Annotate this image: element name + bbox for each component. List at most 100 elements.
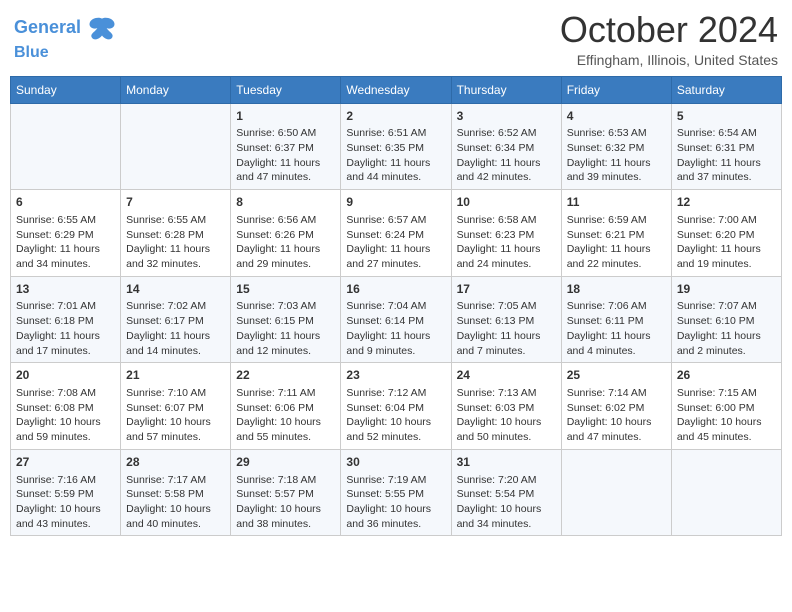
title-block: October 2024 Effingham, Illinois, United… bbox=[560, 10, 778, 68]
day-number: 15 bbox=[236, 281, 335, 298]
day-info: Daylight: 10 hours and 50 minutes. bbox=[457, 415, 556, 444]
day-info: Daylight: 10 hours and 47 minutes. bbox=[567, 415, 666, 444]
day-info: Daylight: 11 hours and 9 minutes. bbox=[346, 329, 445, 358]
day-cell bbox=[561, 449, 671, 536]
calendar-table: SundayMondayTuesdayWednesdayThursdayFrid… bbox=[10, 76, 782, 537]
day-info: Sunrise: 6:55 AM bbox=[16, 213, 115, 228]
day-cell: 16Sunrise: 7:04 AMSunset: 6:14 PMDayligh… bbox=[341, 276, 451, 363]
day-cell bbox=[11, 103, 121, 190]
week-row-0: 1Sunrise: 6:50 AMSunset: 6:37 PMDaylight… bbox=[11, 103, 782, 190]
day-info: Sunrise: 7:20 AM bbox=[457, 473, 556, 488]
day-cell: 4Sunrise: 6:53 AMSunset: 6:32 PMDaylight… bbox=[561, 103, 671, 190]
day-info: Sunrise: 6:55 AM bbox=[126, 213, 225, 228]
day-info: Sunset: 6:23 PM bbox=[457, 228, 556, 243]
day-number: 10 bbox=[457, 194, 556, 211]
day-info: Sunrise: 6:58 AM bbox=[457, 213, 556, 228]
day-number: 14 bbox=[126, 281, 225, 298]
day-number: 27 bbox=[16, 454, 115, 471]
logo-line1: General bbox=[14, 17, 81, 37]
day-info: Sunset: 6:04 PM bbox=[346, 401, 445, 416]
day-info: Daylight: 11 hours and 12 minutes. bbox=[236, 329, 335, 358]
day-info: Daylight: 11 hours and 4 minutes. bbox=[567, 329, 666, 358]
day-info: Sunrise: 7:17 AM bbox=[126, 473, 225, 488]
day-info: Daylight: 10 hours and 52 minutes. bbox=[346, 415, 445, 444]
day-cell: 5Sunrise: 6:54 AMSunset: 6:31 PMDaylight… bbox=[671, 103, 781, 190]
day-info: Sunrise: 7:08 AM bbox=[16, 386, 115, 401]
day-info: Daylight: 11 hours and 29 minutes. bbox=[236, 242, 335, 271]
day-number: 4 bbox=[567, 108, 666, 125]
day-info: Daylight: 10 hours and 34 minutes. bbox=[457, 502, 556, 531]
day-info: Sunset: 6:21 PM bbox=[567, 228, 666, 243]
day-info: Daylight: 11 hours and 42 minutes. bbox=[457, 156, 556, 185]
location: Effingham, Illinois, United States bbox=[560, 52, 778, 68]
day-info: Daylight: 10 hours and 40 minutes. bbox=[126, 502, 225, 531]
day-info: Sunset: 6:28 PM bbox=[126, 228, 225, 243]
day-number: 28 bbox=[126, 454, 225, 471]
day-info: Daylight: 11 hours and 22 minutes. bbox=[567, 242, 666, 271]
logo: General Blue bbox=[14, 14, 116, 62]
day-info: Sunset: 6:10 PM bbox=[677, 314, 776, 329]
day-info: Sunrise: 7:18 AM bbox=[236, 473, 335, 488]
day-info: Sunset: 6:20 PM bbox=[677, 228, 776, 243]
day-info: Sunrise: 6:51 AM bbox=[346, 126, 445, 141]
day-info: Sunrise: 7:15 AM bbox=[677, 386, 776, 401]
day-info: Sunset: 6:06 PM bbox=[236, 401, 335, 416]
day-number: 24 bbox=[457, 367, 556, 384]
day-info: Sunrise: 7:11 AM bbox=[236, 386, 335, 401]
day-cell: 25Sunrise: 7:14 AMSunset: 6:02 PMDayligh… bbox=[561, 363, 671, 450]
day-info: Sunset: 6:14 PM bbox=[346, 314, 445, 329]
day-info: Daylight: 11 hours and 17 minutes. bbox=[16, 329, 115, 358]
day-number: 16 bbox=[346, 281, 445, 298]
day-info: Sunrise: 6:57 AM bbox=[346, 213, 445, 228]
day-number: 1 bbox=[236, 108, 335, 125]
day-cell: 1Sunrise: 6:50 AMSunset: 6:37 PMDaylight… bbox=[231, 103, 341, 190]
day-number: 17 bbox=[457, 281, 556, 298]
day-cell: 18Sunrise: 7:06 AMSunset: 6:11 PMDayligh… bbox=[561, 276, 671, 363]
day-number: 26 bbox=[677, 367, 776, 384]
header-wednesday: Wednesday bbox=[341, 76, 451, 103]
day-info: Sunset: 6:02 PM bbox=[567, 401, 666, 416]
day-info: Sunset: 6:26 PM bbox=[236, 228, 335, 243]
day-info: Sunset: 6:24 PM bbox=[346, 228, 445, 243]
day-info: Sunrise: 7:00 AM bbox=[677, 213, 776, 228]
day-cell: 8Sunrise: 6:56 AMSunset: 6:26 PMDaylight… bbox=[231, 190, 341, 277]
day-cell: 27Sunrise: 7:16 AMSunset: 5:59 PMDayligh… bbox=[11, 449, 121, 536]
day-cell: 14Sunrise: 7:02 AMSunset: 6:17 PMDayligh… bbox=[121, 276, 231, 363]
day-number: 25 bbox=[567, 367, 666, 384]
day-info: Sunrise: 7:04 AM bbox=[346, 299, 445, 314]
header-tuesday: Tuesday bbox=[231, 76, 341, 103]
day-number: 20 bbox=[16, 367, 115, 384]
day-info: Sunrise: 7:02 AM bbox=[126, 299, 225, 314]
day-number: 22 bbox=[236, 367, 335, 384]
day-info: Sunset: 6:34 PM bbox=[457, 141, 556, 156]
day-info: Daylight: 10 hours and 36 minutes. bbox=[346, 502, 445, 531]
week-row-4: 27Sunrise: 7:16 AMSunset: 5:59 PMDayligh… bbox=[11, 449, 782, 536]
week-row-3: 20Sunrise: 7:08 AMSunset: 6:08 PMDayligh… bbox=[11, 363, 782, 450]
day-info: Sunset: 6:17 PM bbox=[126, 314, 225, 329]
day-info: Sunset: 6:07 PM bbox=[126, 401, 225, 416]
day-info: Daylight: 11 hours and 7 minutes. bbox=[457, 329, 556, 358]
day-info: Daylight: 10 hours and 57 minutes. bbox=[126, 415, 225, 444]
day-info: Sunrise: 7:03 AM bbox=[236, 299, 335, 314]
day-cell: 28Sunrise: 7:17 AMSunset: 5:58 PMDayligh… bbox=[121, 449, 231, 536]
day-info: Sunrise: 7:16 AM bbox=[16, 473, 115, 488]
day-number: 21 bbox=[126, 367, 225, 384]
day-cell: 19Sunrise: 7:07 AMSunset: 6:10 PMDayligh… bbox=[671, 276, 781, 363]
day-info: Sunset: 6:31 PM bbox=[677, 141, 776, 156]
day-info: Sunrise: 7:07 AM bbox=[677, 299, 776, 314]
day-number: 29 bbox=[236, 454, 335, 471]
logo-bird-icon bbox=[88, 14, 116, 42]
page-header: General Blue October 2024 Effingham, Ill… bbox=[10, 10, 782, 68]
day-number: 9 bbox=[346, 194, 445, 211]
day-info: Sunrise: 6:56 AM bbox=[236, 213, 335, 228]
header-thursday: Thursday bbox=[451, 76, 561, 103]
day-number: 7 bbox=[126, 194, 225, 211]
day-info: Sunset: 6:32 PM bbox=[567, 141, 666, 156]
day-info: Sunset: 6:18 PM bbox=[16, 314, 115, 329]
day-number: 2 bbox=[346, 108, 445, 125]
day-info: Daylight: 11 hours and 2 minutes. bbox=[677, 329, 776, 358]
day-cell: 15Sunrise: 7:03 AMSunset: 6:15 PMDayligh… bbox=[231, 276, 341, 363]
header-row: SundayMondayTuesdayWednesdayThursdayFrid… bbox=[11, 76, 782, 103]
day-cell: 21Sunrise: 7:10 AMSunset: 6:07 PMDayligh… bbox=[121, 363, 231, 450]
day-cell: 12Sunrise: 7:00 AMSunset: 6:20 PMDayligh… bbox=[671, 190, 781, 277]
